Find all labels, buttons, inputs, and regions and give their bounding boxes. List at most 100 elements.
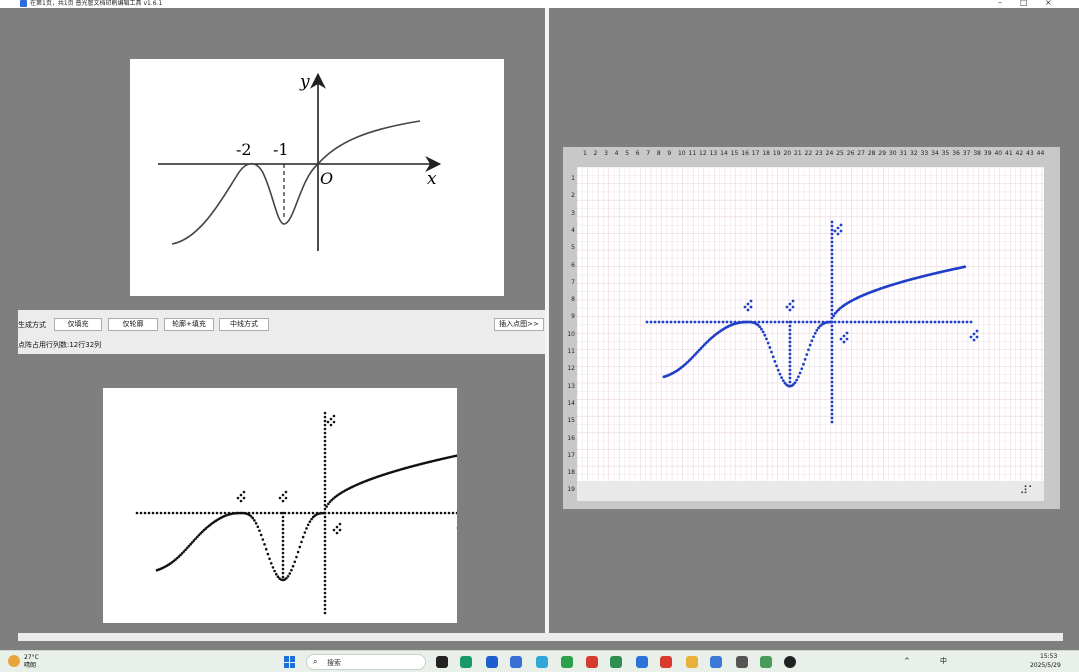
tray-language[interactable]: 中 [940, 656, 947, 666]
app-icon-6[interactable] [636, 656, 648, 668]
outline-only-button[interactable]: 仅轮廓 [108, 318, 158, 331]
preview-curve-dot [301, 535, 305, 539]
preview-origin-label-dot [338, 522, 342, 526]
column-number: 7 [646, 150, 651, 157]
grid-x-axis-dot [797, 320, 801, 324]
app-icon-3[interactable] [536, 656, 548, 668]
preview-x-axis-dot [143, 511, 147, 515]
preview-y-axis-dot [323, 487, 327, 491]
maximize-button[interactable]: □ [1020, 0, 1028, 7]
row-number: 11 [567, 348, 575, 355]
app-icon-5[interactable] [610, 656, 622, 668]
close-button[interactable]: × [1045, 0, 1052, 7]
grid-y-axis-dot [830, 284, 834, 288]
clock-date[interactable]: 2025/5/29 [1030, 661, 1061, 671]
app-icon-7[interactable] [710, 656, 722, 668]
preview-x-axis-dot [391, 511, 395, 515]
preview-dashed-guide-dot [281, 567, 285, 571]
preview-dashed-guide-dot [281, 551, 285, 555]
grid-x-axis-dot [693, 320, 697, 324]
app-icon-8[interactable] [736, 656, 748, 668]
preview-x-axis-dot [411, 511, 415, 515]
app-icon-4[interactable] [561, 656, 573, 668]
media-player-icon[interactable] [784, 656, 796, 668]
taskview-icon[interactable] [436, 656, 448, 668]
preview-y-axis-dot [323, 455, 327, 459]
preview-neg2-label-dot [242, 496, 246, 500]
wps-office-icon[interactable] [660, 656, 672, 668]
grid-x-axis-dot [669, 320, 673, 324]
preview-neg2-label-dot [239, 493, 243, 497]
taskbar-search[interactable]: ⌕ 搜索 [306, 654, 426, 670]
grid-origin-label-dot [845, 337, 849, 341]
source-image-pane: y x O -2 -1 [18, 8, 545, 310]
grid-x-axis-dot [945, 320, 949, 324]
outline-fill-button[interactable]: 轮廓+填充 [164, 318, 214, 331]
preview-curve-dot [274, 572, 278, 576]
preview-x-axis-dot [191, 511, 195, 515]
preview-y-axis-dot [323, 475, 327, 479]
preview-x-axis-dot [379, 511, 383, 515]
preview-x-axis-dot [343, 511, 347, 515]
preview-curve-dot [288, 572, 292, 575]
grid-x-axis-dot [865, 320, 869, 324]
grid-neg2-label-dot [746, 308, 750, 312]
wps-icon[interactable] [586, 656, 598, 668]
grid-curve-dot [797, 375, 800, 379]
grid-curve-dot [815, 328, 819, 332]
preview-x-axis-dot [395, 511, 399, 515]
grid-curve-dot [766, 341, 770, 345]
grid-y-axis-dot [830, 288, 834, 292]
grid-y-axis-dot [830, 392, 834, 396]
preview-curve-dot [303, 531, 307, 534]
grid-x-axis-dot [761, 320, 765, 324]
preview-curve-dot [285, 576, 288, 580]
app-blue-icon[interactable] [486, 656, 498, 668]
app-icon-2[interactable] [510, 656, 522, 668]
grid-x-axis-dot [717, 320, 721, 324]
start-icon[interactable] [284, 656, 296, 668]
column-number: 44 [1036, 150, 1045, 157]
preview-dashed-guide-dot [281, 535, 285, 539]
fill-only-button[interactable]: 仅填充 [54, 318, 102, 331]
column-number: 33 [920, 150, 929, 157]
preview-y-axis-dot [323, 415, 327, 419]
insert-dots-button[interactable]: 插入点图>> [494, 318, 544, 331]
preview-y-axis-dot [323, 471, 327, 475]
column-number: 27 [857, 150, 865, 157]
column-number: 5 [625, 150, 630, 157]
grid-y-axis-dot [830, 332, 834, 336]
grid-y-axis-dot [830, 328, 834, 332]
preview-y-axis-dot [323, 419, 327, 423]
grid-curve-dot [793, 381, 797, 385]
weather-icon[interactable] [8, 655, 20, 667]
grid-y-axis-dot [830, 304, 834, 308]
edge-icon[interactable] [460, 656, 472, 668]
grid-x-axis-dot [729, 320, 733, 324]
grid-y-axis-dot [830, 348, 834, 352]
grid-dashed-guide-dot [788, 376, 792, 380]
grid-y-axis-dot [830, 360, 834, 364]
row-number: 5 [571, 244, 575, 252]
column-number: 17 [751, 150, 760, 157]
row-number: 6 [571, 261, 575, 269]
preview-x-axis-dot [267, 511, 271, 515]
preview-y-label-dot [329, 417, 333, 421]
grid-curve-dot [765, 337, 768, 341]
grid-y-axis-dot [830, 240, 834, 244]
grid-y-axis-dot [830, 296, 834, 300]
preview-x-axis-dot [435, 511, 439, 515]
midline-button[interactable]: 中线方式 [219, 318, 269, 331]
column-number: 18 [762, 150, 770, 157]
preview-x-axis-dot [443, 511, 447, 515]
grid-x-axis-dot [969, 320, 973, 324]
minimize-button[interactable]: – [998, 0, 1002, 7]
column-number: 6 [635, 150, 640, 157]
grid-y-axis-dot [830, 308, 834, 312]
app-icon-9[interactable] [760, 656, 772, 668]
dot-grid[interactable] [576, 166, 1044, 483]
tray-chevron-icon[interactable]: ^ [904, 656, 910, 666]
grid-dashed-guide-dot [788, 348, 792, 352]
folder-icon[interactable] [686, 656, 698, 668]
grid-canvas[interactable] [576, 166, 1044, 483]
